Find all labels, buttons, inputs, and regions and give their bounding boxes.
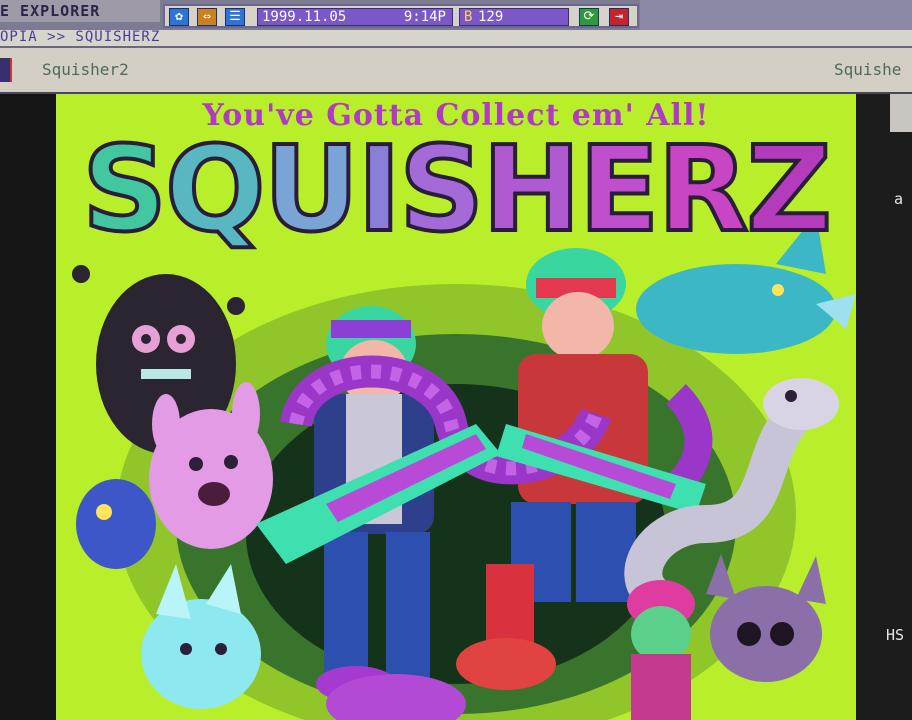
tab-bar: Squisher2 Squishe — [0, 48, 912, 94]
side-text-hs: HS — [886, 626, 905, 644]
logo-letter: H — [480, 120, 583, 258]
game-logo: SQUISHERZ — [56, 120, 856, 258]
logo-letter: R — [655, 120, 750, 258]
settings-icon[interactable]: ✿ — [169, 8, 189, 26]
logo-letter: U — [261, 120, 361, 258]
tab-squisherz[interactable]: Squisher2 — [42, 60, 129, 79]
address-path: OPIA >> SQUISHERZ — [0, 29, 161, 45]
counter-value: 129 — [478, 9, 504, 25]
scrollbar-thumb[interactable] — [890, 94, 912, 132]
blue-dragon-monster — [76, 479, 156, 569]
counter-field: B 129 — [459, 8, 569, 26]
logo-letter: S — [80, 120, 169, 258]
menu-icon[interactable]: ☰ — [225, 8, 245, 26]
top-bar-right — [640, 0, 912, 30]
address-bar[interactable]: OPIA >> SQUISHERZ — [0, 30, 912, 48]
tab-squisherz-secondary[interactable]: Squishe — [834, 60, 901, 79]
system-tray: ✿ ⇔ ☰ 1999.11.05 9:14P B 129 ⟳ ⇥ — [163, 4, 639, 28]
exit-icon[interactable]: ⇥ — [609, 8, 629, 26]
game-cover-art: You've Gotta Collect em' All! SQUISHERZ — [56, 94, 856, 720]
logo-letter: E — [577, 120, 662, 258]
counter-prefix: B — [464, 9, 473, 25]
top-status-bar: E EXPLORER ✿ ⇔ ☰ 1999.11.05 9:14P B 129 … — [0, 0, 912, 30]
logo-letter: Q — [163, 120, 267, 258]
logo-letter: I — [355, 120, 403, 258]
logo-letter: Z — [744, 120, 834, 258]
arrows-icon[interactable]: ⇔ — [197, 8, 217, 26]
datetime-field: 1999.11.05 9:14P — [257, 8, 453, 26]
app-title: E EXPLORER — [0, 0, 160, 22]
refresh-icon[interactable]: ⟳ — [579, 8, 599, 26]
green-kid-monster — [627, 580, 695, 720]
date-text: 1999.11.05 — [262, 9, 347, 25]
tab-close-icon[interactable] — [0, 58, 12, 82]
side-text-a: a — [894, 190, 904, 208]
logo-letter: S — [397, 120, 486, 258]
left-panel — [0, 94, 56, 720]
time-text: 9:14P — [403, 9, 446, 25]
